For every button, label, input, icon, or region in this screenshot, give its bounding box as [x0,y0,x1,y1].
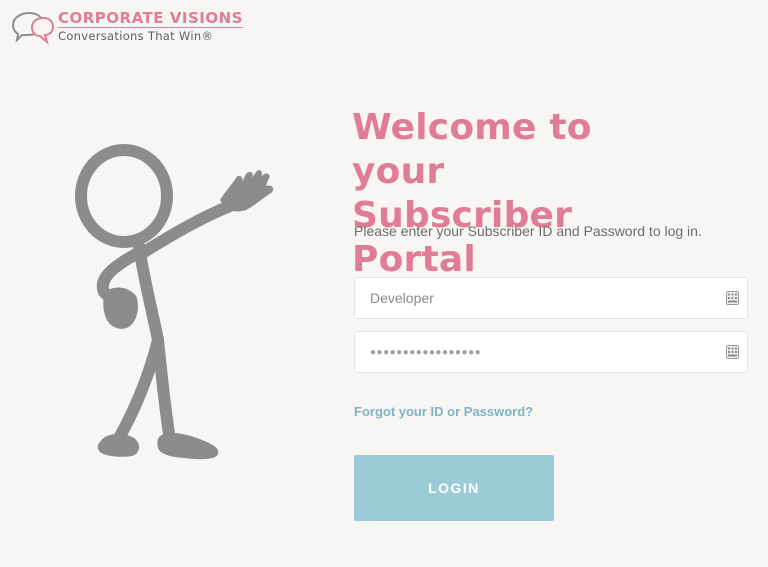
stickman-left-leg [112,334,164,446]
welcome-heading: Welcome to your Subscriber Portal [352,106,682,282]
brand-logo[interactable]: CORPORATE VISIONS Conversations That Win… [10,10,243,45]
speech-bubbles-icon [11,11,54,45]
stickman-head [75,144,173,248]
keyboard-icon[interactable] [726,345,739,359]
subscriber-id-input[interactable] [355,278,710,318]
welcome-line-1: Welcome to your [352,107,592,192]
password-input[interactable] [355,332,710,372]
password-field-wrapper [354,331,748,373]
login-button[interactable]: LOGIN [354,455,554,521]
login-instructions: Please enter your Subscriber ID and Pass… [354,223,702,239]
stickman-left-foot [97,433,140,457]
stickman-right-leg [152,334,176,446]
stickman-fist [103,287,138,329]
logo-name: CORPORATE VISIONS [58,9,243,27]
subscriber-id-field-wrapper [354,277,748,319]
logo-tagline: Conversations That Win® [58,27,243,43]
waving-stick-figure-illustration [75,144,274,460]
stickman-waving-hand [220,170,274,212]
forgot-credentials-link[interactable]: Forgot your ID or Password? [354,404,533,419]
keyboard-icon[interactable] [726,291,739,305]
stickman-right-foot [157,433,219,460]
